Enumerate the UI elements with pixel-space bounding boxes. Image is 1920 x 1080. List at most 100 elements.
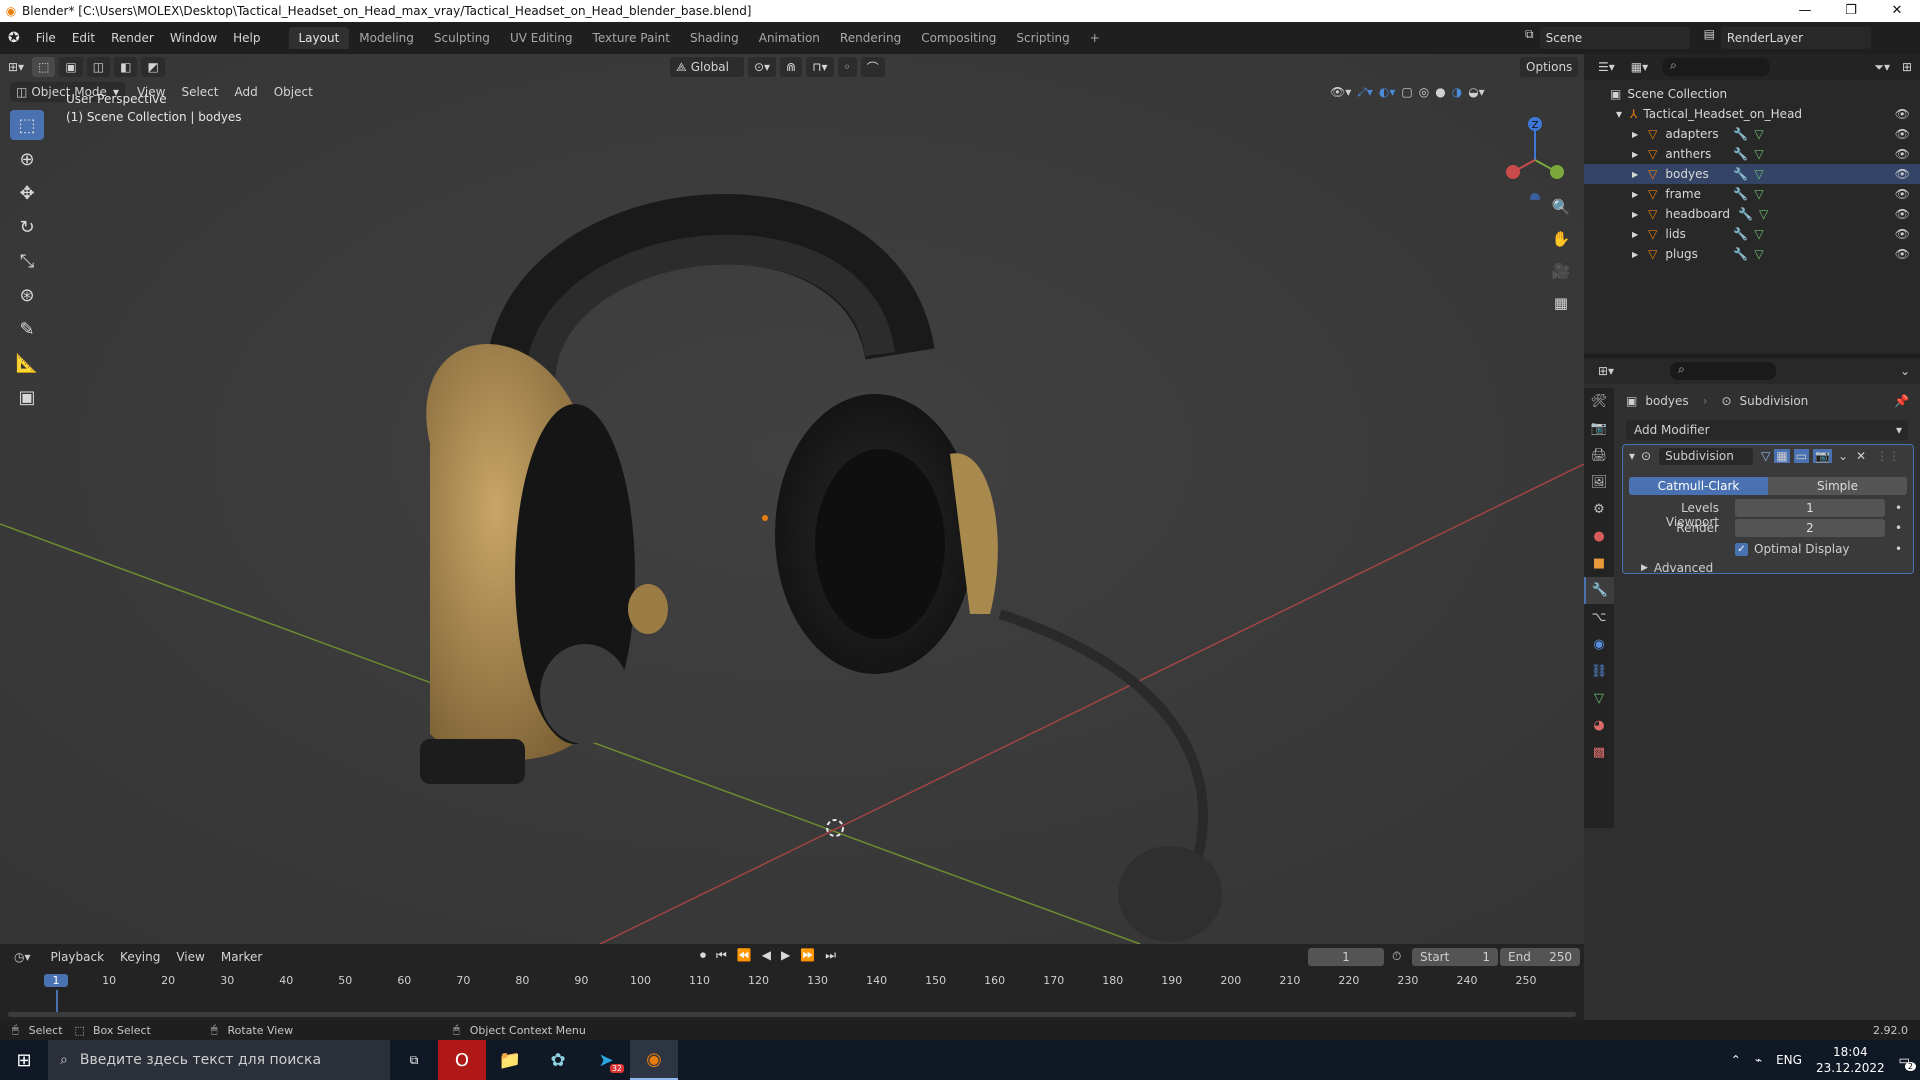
close-button[interactable]: ✕ (1874, 0, 1920, 22)
eye-icon[interactable]: 👁 (1895, 187, 1910, 201)
outliner-object-headboard[interactable]: ▶ ▽ headboard 🔧 ▽ 👁 (1584, 204, 1920, 224)
falloff-icon[interactable]: ⌒ (860, 57, 885, 77)
new-collection-icon[interactable]: ⊞ (1902, 60, 1912, 74)
outliner-object-frame[interactable]: ▶ ▽ frame 🔧 ▽ 👁 (1584, 184, 1920, 204)
minimize-button[interactable]: — (1782, 0, 1828, 22)
rotate-tool-icon[interactable]: ↻ (10, 212, 44, 242)
menu-object[interactable]: Object (266, 85, 321, 99)
render-toggle-icon[interactable]: 📷 (1813, 449, 1832, 463)
keyframe-dot-icon[interactable]: • (1895, 542, 1902, 556)
outliner-object-lids[interactable]: ▶ ▽ lids 🔧 ▽ 👁 (1584, 224, 1920, 244)
tab-layout[interactable]: Layout (288, 27, 350, 49)
select-mode-new-icon[interactable]: ▣ (59, 57, 83, 77)
scale-tool-icon[interactable]: ⤡ (10, 246, 44, 276)
add-cube-tool-icon[interactable]: ▣ (10, 382, 44, 412)
menu-keying[interactable]: Keying (112, 950, 168, 964)
clock[interactable]: 18:04 23.12.2022 (1816, 1044, 1885, 1076)
menu-file[interactable]: File (28, 31, 64, 45)
eye-icon[interactable]: 👁 (1895, 227, 1910, 241)
timeline-editor-icon[interactable]: ◷▾ (14, 950, 31, 964)
drag-handle-icon[interactable]: ⋮⋮ (1876, 449, 1900, 463)
texture-tab-icon[interactable]: ▩ (1584, 739, 1614, 766)
menu-playback[interactable]: Playback (43, 950, 113, 964)
annotate-tool-icon[interactable]: ✎ (10, 314, 44, 344)
constraints-tab-icon[interactable]: ⛓ (1584, 658, 1614, 685)
start-frame-field[interactable]: Start 1 (1412, 948, 1498, 966)
display-mode-icon[interactable]: ▦▾ (1631, 60, 1648, 74)
measure-tool-icon[interactable]: 📐 (10, 348, 44, 378)
on-cage-toggle-icon[interactable]: ▦ (1774, 449, 1790, 463)
jump-start-icon[interactable]: ⏮ (716, 948, 727, 963)
blender-taskbar-icon[interactable]: ◉ (630, 1040, 678, 1080)
notification-icon[interactable]: ▭ 2 (1899, 1053, 1916, 1071)
play-icon[interactable]: ▶ (781, 948, 790, 963)
outliner-object-adapters[interactable]: ▶ ▽ adapters 🔧 ▽ 👁 (1584, 124, 1920, 144)
network-icon[interactable]: ⌁ (1755, 1053, 1762, 1067)
output-tab-icon[interactable]: 🖨 (1584, 442, 1614, 469)
chevron-down-icon[interactable]: ⌄ (1838, 449, 1848, 463)
3d-viewport[interactable]: ⊞▾ ⬚ ▣ ◫ ◧ ◩ ⟁ Global ⊙▾ ⋒ ⊓▾ ◦ ⌒ Option… (0, 54, 1584, 944)
filter-icon[interactable]: ⏷▾ (1874, 60, 1890, 75)
record-icon[interactable]: ⏺ (700, 948, 706, 963)
options-dropdown[interactable]: Options (1520, 57, 1579, 77)
language-indicator[interactable]: ENG (1776, 1053, 1802, 1067)
outliner-scene-collection[interactable]: ▣ Scene Collection (1584, 84, 1920, 104)
playhead[interactable] (56, 990, 58, 1012)
outliner-collection-row[interactable]: ▾ ⅄ Tactical_Headset_on_Head 👁 (1584, 104, 1920, 124)
menu-window[interactable]: Window (162, 31, 225, 45)
menu-marker[interactable]: Marker (213, 950, 270, 964)
timeline-scrollbar[interactable] (8, 1012, 1576, 1017)
windows-start-icon[interactable]: ⊞ (0, 1040, 48, 1080)
modifier-name-field[interactable]: Subdivision (1659, 447, 1754, 465)
tab-rendering[interactable]: Rendering (830, 27, 911, 49)
visibility-icon[interactable]: 👁▾ (1330, 85, 1351, 100)
navigation-gizmo[interactable]: Z (1495, 110, 1575, 200)
properties-editor-icon[interactable]: ⊞▾ (1598, 364, 1614, 378)
scene-selector[interactable]: Scene (1539, 27, 1690, 49)
tray-chevron-icon[interactable]: ⌃ (1731, 1053, 1741, 1067)
select-box-tool-icon[interactable]: ⬚ (10, 110, 44, 140)
outliner-object-plugs[interactable]: ▶ ▽ plugs 🔧 ▽ 👁 (1584, 244, 1920, 264)
eye-icon[interactable]: 👁 (1895, 167, 1910, 181)
chevron-down-icon[interactable]: ⌄ (1900, 364, 1910, 378)
select-mode-extend-icon[interactable]: ◫ (86, 57, 111, 77)
select-mode-subtract-icon[interactable]: ◧ (114, 57, 138, 77)
task-view-icon[interactable]: ⧉ (390, 1053, 438, 1068)
pin-icon[interactable]: 📌 (1894, 394, 1909, 408)
outliner-object-bodyes[interactable]: ▶ ▽ bodyes 🔧 ▽ 👁 (1584, 164, 1920, 184)
tab-texture-paint[interactable]: Texture Paint (583, 27, 680, 49)
physics-tab-icon[interactable]: ◉ (1584, 631, 1614, 658)
material-tab-icon[interactable]: ◕ (1584, 712, 1614, 739)
zoom-icon[interactable]: 🔍 (1548, 194, 1574, 220)
next-keyframe-icon[interactable]: ⏩ (800, 948, 815, 963)
opera-icon[interactable]: O (438, 1040, 486, 1080)
app-icon[interactable]: ✿ (534, 1050, 582, 1071)
file-explorer-icon[interactable]: 📁 (486, 1050, 534, 1071)
keyframe-dot-icon[interactable]: • (1895, 521, 1902, 535)
gizmo-toggle-icon[interactable]: ⤢▾ (1357, 85, 1373, 100)
camera-view-icon[interactable]: 🎥 (1548, 258, 1574, 284)
eye-icon[interactable]: 👁 (1895, 107, 1910, 121)
simple-button[interactable]: Simple (1768, 477, 1907, 495)
overlay-toggle-icon[interactable]: ◐▾ (1379, 85, 1396, 100)
pivot-point-icon[interactable]: ⊙▾ (748, 57, 777, 77)
render-tab-icon[interactable]: 📷 (1584, 415, 1614, 442)
catmull-clark-button[interactable]: Catmull-Clark (1629, 477, 1768, 495)
modifier-tab-icon[interactable]: 🔧 (1584, 577, 1614, 604)
outliner-search-input[interactable]: ⌕ (1662, 58, 1771, 76)
add-modifier-dropdown[interactable]: Add Modifier ▾ (1626, 420, 1908, 440)
select-mode-intersect-icon[interactable]: ◩ (141, 57, 165, 77)
eye-icon[interactable]: 👁 (1895, 207, 1910, 221)
end-frame-field[interactable]: End 250 (1500, 948, 1580, 966)
object-tab-icon[interactable]: ■ (1584, 550, 1614, 577)
proportional-editing-icon[interactable]: ◦ (837, 57, 857, 77)
snap-icon[interactable]: ⋒ (780, 57, 803, 77)
maximize-button[interactable]: ❐ (1828, 0, 1874, 22)
eye-icon[interactable]: 👁 (1895, 127, 1910, 141)
menu-edit[interactable]: Edit (64, 31, 103, 45)
tab-modeling[interactable]: Modeling (349, 27, 424, 49)
select-tool-icon[interactable]: ⬚ (32, 57, 56, 77)
move-tool-icon[interactable]: ✥ (10, 178, 44, 208)
tab-uv-editing[interactable]: UV Editing (500, 27, 583, 49)
pan-hand-icon[interactable]: ✋ (1548, 226, 1574, 252)
